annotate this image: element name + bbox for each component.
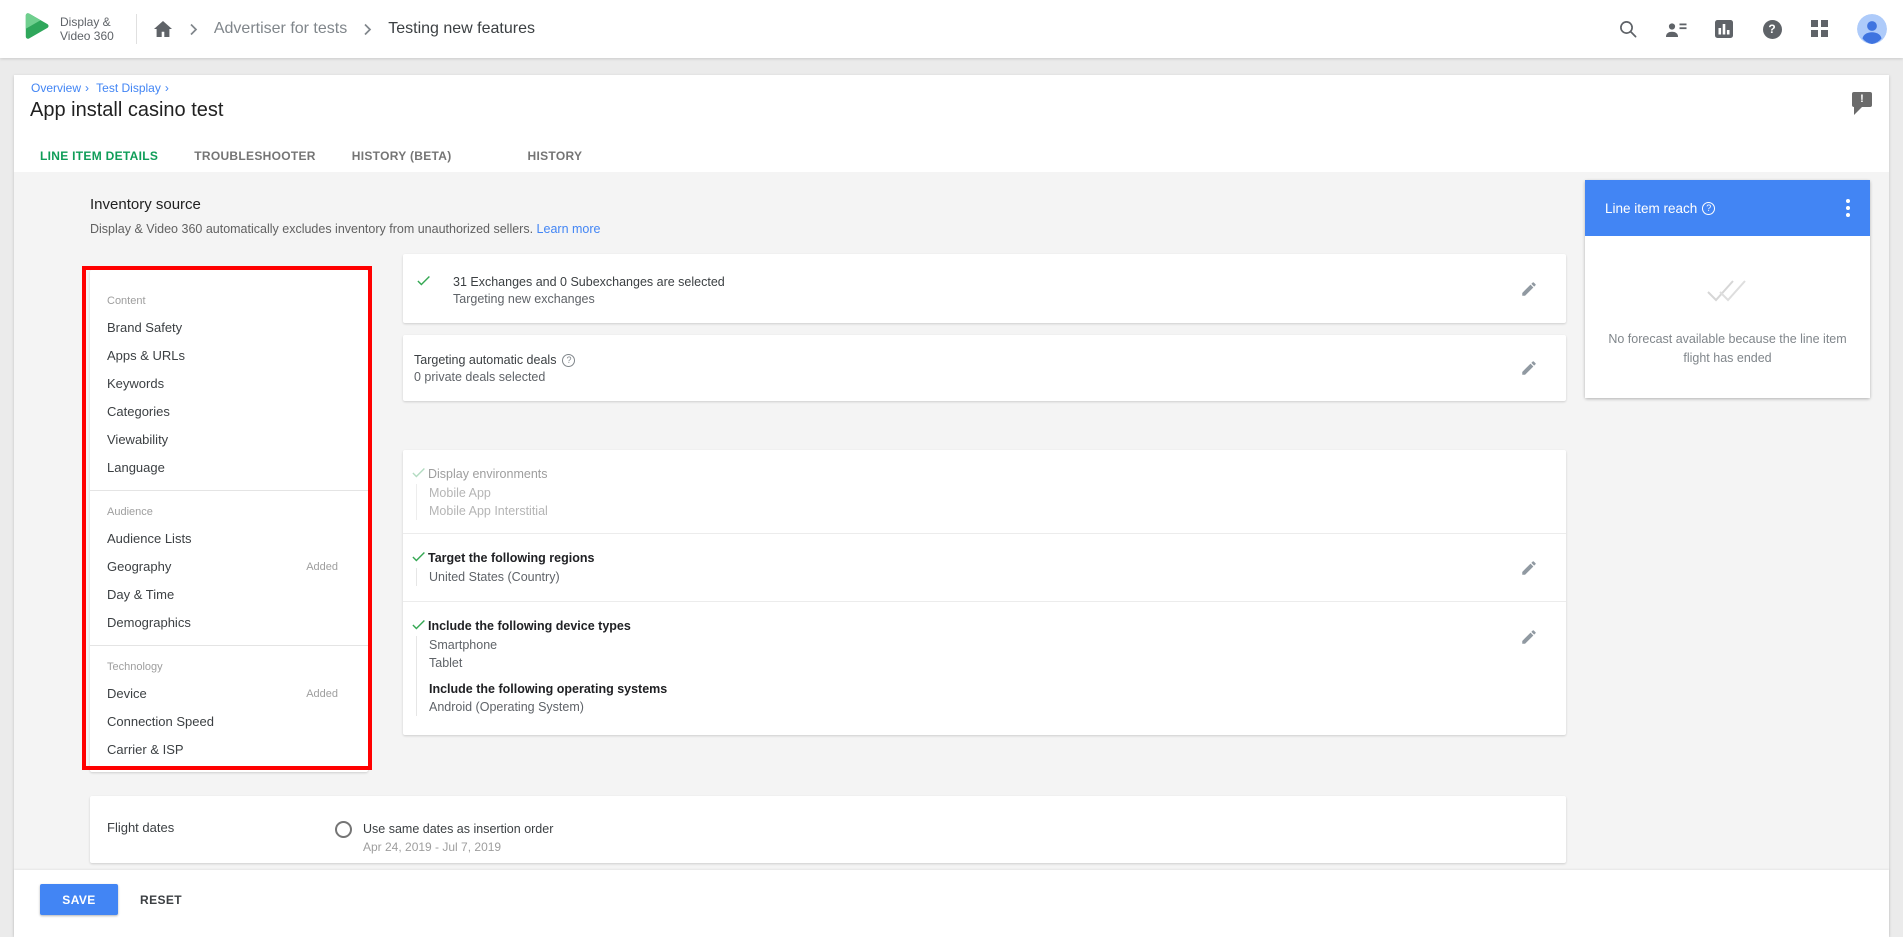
environments-row: Display environments Mobile App Mobile A… [403, 450, 1566, 533]
sidebar-item-audience-lists[interactable]: Audience Lists [90, 525, 368, 553]
deals-title: Targeting automatic deals? [414, 352, 1550, 368]
edit-pencil-icon[interactable] [1520, 559, 1538, 582]
edit-pencil-icon[interactable] [1520, 280, 1538, 303]
reach-panel-body: No forecast available because the line i… [1585, 236, 1870, 398]
sidebar-item-keywords[interactable]: Keywords [90, 370, 368, 398]
breadcrumb-separator: › [85, 81, 89, 95]
targeting-menu: Content Brand Safety Apps & URLs Keyword… [90, 270, 368, 772]
sidebar-item-carrier-isp[interactable]: Carrier & ISP [90, 736, 368, 764]
dv360-logo-icon [18, 9, 52, 50]
tab-line-item-details[interactable]: LINE ITEM DETAILS [24, 149, 174, 174]
double-check-icon [1705, 278, 1751, 309]
page-title: App install casino test [30, 99, 223, 122]
sidebar-item-apps-urls[interactable]: Apps & URLs [90, 342, 368, 370]
devices-title: Include the following device types [428, 618, 1550, 634]
flight-dates-label: Flight dates [107, 820, 174, 835]
devices-row: Include the following device types Smart… [403, 601, 1566, 735]
tab-troubleshooter[interactable]: TROUBLESHOOTER [178, 149, 332, 174]
dv360-logo[interactable]: Display & Video 360 [18, 9, 114, 50]
help-circle-icon[interactable]: ? [1702, 202, 1715, 215]
divider [136, 14, 137, 44]
exchanges-subtitle: Targeting new exchanges [453, 290, 1550, 308]
reports-icon[interactable] [1713, 18, 1735, 40]
reset-button[interactable]: RESET [140, 884, 182, 915]
environments-title: Display environments [428, 466, 1550, 482]
breadcrumb-separator: › [165, 81, 169, 95]
feedback-icon[interactable]: ! [1852, 92, 1872, 107]
chevron-right-icon [189, 23, 198, 36]
targeting-group-card: Display environments Mobile App Mobile A… [403, 450, 1566, 735]
deals-card: Targeting automatic deals? 0 private dea… [403, 335, 1566, 401]
added-badge: Added [306, 553, 338, 581]
check-icon-disabled [410, 464, 427, 486]
breadcrumb-link-test-display[interactable]: Test Display [96, 81, 161, 95]
page-breadcrumb: Overview › Test Display › [31, 81, 173, 95]
sidebar-item-viewability[interactable]: Viewability [90, 426, 368, 454]
check-icon [410, 616, 427, 638]
tab-history-beta[interactable]: HISTORY (BETA) [336, 149, 468, 174]
help-circle-icon[interactable]: ? [562, 354, 575, 367]
sidebar-item-categories[interactable]: Categories [90, 398, 368, 426]
apps-grid-icon[interactable] [1809, 18, 1831, 40]
sidebar-item-language[interactable]: Language [90, 454, 368, 482]
reach-empty-message: No forecast available because the line i… [1603, 330, 1853, 368]
menu-section-label: Technology [90, 654, 368, 680]
help-icon[interactable]: ? [1761, 18, 1783, 40]
manage-users-icon[interactable] [1665, 18, 1687, 40]
save-button[interactable]: SAVE [40, 884, 118, 915]
user-avatar[interactable] [1857, 14, 1887, 44]
radio-label: Use same dates as insertion order [363, 822, 553, 836]
flight-dates-card: Flight dates Use same dates as insertion… [90, 796, 1566, 863]
tab-bar: LINE ITEM DETAILS TROUBLESHOOTER HISTORY… [24, 149, 602, 174]
edit-pencil-icon[interactable] [1520, 359, 1538, 382]
top-app-bar: Display & Video 360 Advertiser for tests… [0, 0, 1903, 58]
menu-section-technology: Technology DeviceAdded Connection Speed … [90, 645, 368, 772]
line-item-details-content: Inventory source Display & Video 360 aut… [14, 172, 1889, 870]
exchanges-card: 31 Exchanges and 0 Subexchanges are sele… [403, 254, 1566, 323]
operating-systems-title: Include the following operating systems [429, 680, 1550, 698]
sidebar-item-device[interactable]: DeviceAdded [90, 680, 368, 708]
chevron-right-icon [363, 23, 372, 36]
product-name: Display & Video 360 [60, 15, 114, 43]
menu-section-audience: Audience Audience Lists GeographyAdded D… [90, 490, 368, 645]
geography-row: Target the following regions United Stat… [403, 533, 1566, 601]
more-menu-icon[interactable] [1842, 195, 1854, 221]
geography-title: Target the following regions [428, 550, 1550, 566]
sidebar-item-geography[interactable]: GeographyAdded [90, 553, 368, 581]
breadcrumb-link-overview[interactable]: Overview [31, 81, 81, 95]
sidebar-item-day-time[interactable]: Day & Time [90, 581, 368, 609]
devices-items: Smartphone Tablet Include the following … [416, 636, 1550, 716]
environments-items: Mobile App Mobile App Interstitial [416, 484, 1550, 520]
menu-section-label: Content [90, 288, 368, 314]
added-badge: Added [306, 680, 338, 708]
edit-pencil-icon[interactable] [1520, 628, 1538, 651]
tab-history[interactable]: HISTORY [512, 149, 599, 174]
menu-section-label: Audience [90, 499, 368, 525]
search-icon[interactable] [1617, 18, 1639, 40]
geography-items: United States (Country) [416, 568, 1550, 586]
exchanges-title: 31 Exchanges and 0 Subexchanges are sele… [453, 274, 1550, 290]
sidebar-item-demographics[interactable]: Demographics [90, 609, 368, 637]
section-description: Display & Video 360 automatically exclud… [90, 222, 600, 236]
advertiser-breadcrumb[interactable]: Advertiser for tests [214, 20, 347, 38]
date-range: Apr 24, 2019 - Jul 7, 2019 [363, 840, 501, 854]
learn-more-link[interactable]: Learn more [537, 222, 601, 236]
campaign-breadcrumb: Testing new features [388, 20, 535, 38]
sidebar-item-connection-speed[interactable]: Connection Speed [90, 708, 368, 736]
check-icon [415, 272, 432, 294]
home-icon[interactable] [153, 20, 173, 38]
radio-button[interactable] [335, 821, 352, 838]
deals-subtitle: 0 private deals selected [414, 368, 1550, 386]
action-footer: SAVE RESET [14, 870, 1889, 937]
sidebar-item-brand-safety[interactable]: Brand Safety [90, 314, 368, 342]
reach-panel-header: Line item reach ? [1585, 180, 1870, 236]
section-title: Inventory source [90, 196, 201, 213]
menu-section-content: Content Brand Safety Apps & URLs Keyword… [90, 280, 368, 490]
reach-panel-title: Line item reach [1605, 201, 1697, 216]
main-panel: Overview › Test Display › App install casi… [14, 75, 1889, 937]
check-icon [410, 548, 427, 570]
reach-panel: Line item reach ? No forecast available … [1585, 180, 1870, 398]
